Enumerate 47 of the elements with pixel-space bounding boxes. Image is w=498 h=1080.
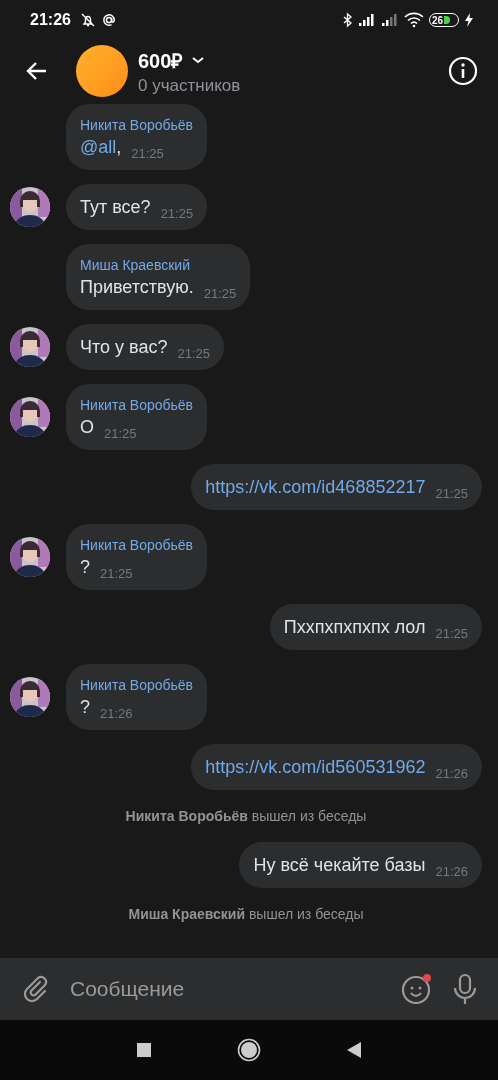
- member-count: 0 участников: [138, 75, 242, 96]
- message-link[interactable]: https://vk.com/id468852217: [205, 477, 426, 498]
- message-composer[interactable]: Сообщение: [0, 958, 498, 1020]
- chat-avatar: [76, 45, 128, 97]
- message-text: Приветствую.: [80, 277, 194, 298]
- message-time: 21:26: [435, 766, 468, 781]
- message-time: 21:25: [203, 286, 237, 301]
- smiley-icon[interactable]: [400, 972, 434, 1006]
- message-text: ?: [80, 557, 90, 578]
- system-message: Никита Воробьёв вышел из беседы: [125, 807, 367, 826]
- sender-name: Никита Воробьёв: [80, 117, 194, 133]
- signal-icon: [358, 13, 376, 27]
- chevron-down-icon[interactable]: [191, 55, 206, 65]
- recents-icon[interactable]: [136, 1042, 152, 1058]
- wifi-icon: [404, 12, 424, 28]
- at-sign-icon: [100, 12, 117, 28]
- chat-title[interactable]: 600₽: [138, 46, 184, 74]
- back-nav-icon[interactable]: [346, 1041, 362, 1059]
- message-time: 21:25: [435, 626, 468, 641]
- sender-name: Никита Воробьёв: [80, 677, 194, 693]
- message-time: 21:26: [100, 706, 133, 721]
- message-text: О: [80, 417, 94, 438]
- charging-icon: [464, 12, 474, 28]
- message-text: Ну всё чекайте базы: [253, 855, 426, 876]
- bluetooth-icon: [343, 12, 353, 28]
- system-message: Миша Краевский вышел из беседы: [128, 905, 364, 924]
- message-link[interactable]: https://vk.com/id560531962: [205, 757, 426, 778]
- sender-name: Никита Воробьёв: [80, 537, 194, 553]
- message-time: 21:25: [131, 146, 164, 161]
- message-text: Что у вас?: [80, 337, 168, 358]
- message-text: @all,: [80, 137, 122, 158]
- sender-name: Никита Воробьёв: [80, 397, 194, 413]
- message-time: 21:25: [177, 346, 210, 361]
- message-text: Тут все?: [80, 197, 151, 218]
- message-time: 21:25: [435, 486, 468, 501]
- message-text: ?: [80, 697, 90, 718]
- message-time: 21:25: [160, 206, 194, 221]
- bell-off-icon: [79, 12, 96, 28]
- message-input[interactable]: Сообщение: [68, 976, 384, 1002]
- home-icon[interactable]: [237, 1038, 261, 1062]
- message-time: 21:26: [435, 864, 468, 879]
- sender-name: Миша Краевский: [80, 257, 191, 273]
- message-text: Пххпхпхпхпх лол: [283, 617, 426, 638]
- signal-icon: [381, 13, 399, 27]
- status-time: 21:26: [30, 11, 71, 29]
- message-time: 21:25: [100, 566, 133, 581]
- message-time: 21:25: [104, 426, 137, 441]
